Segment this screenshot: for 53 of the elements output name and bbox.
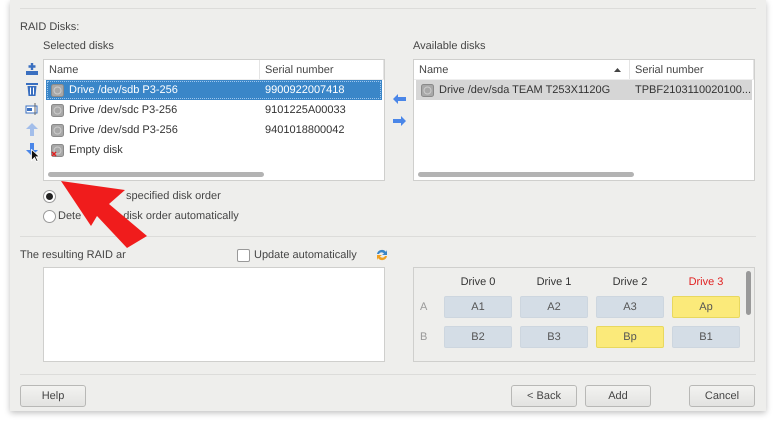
- table-title: Selected disks: [43, 40, 115, 54]
- option-label: Dete: [58, 210, 82, 223]
- block-cell: A2: [520, 296, 588, 318]
- scrollbar[interactable]: [746, 271, 751, 315]
- add-button[interactable]: Add: [585, 385, 651, 407]
- table-title: Available disks: [413, 40, 487, 54]
- cancel-button[interactable]: Cancel: [689, 385, 755, 407]
- disk-row[interactable]: Drive /dev/sdb P3-256 9900922007418: [46, 80, 382, 100]
- block-cell: B2: [444, 326, 512, 348]
- column-header[interactable]: Name: [44, 60, 260, 79]
- disk-icon: [51, 104, 64, 116]
- block-cell: Bp: [596, 326, 664, 348]
- disk-row[interactable]: Empty disk: [46, 140, 382, 160]
- arrow-right-icon[interactable]: [391, 113, 407, 129]
- column-header[interactable]: Name: [414, 60, 630, 79]
- option-label: disk order automatically: [123, 210, 239, 223]
- disk-icon: [51, 84, 64, 96]
- scrollbar[interactable]: [418, 172, 634, 177]
- help-button[interactable]: Help: [20, 385, 86, 407]
- empty-disk-icon: [51, 144, 64, 156]
- back-button[interactable]: < Back: [511, 385, 577, 407]
- drive-header: Drive 1: [536, 276, 572, 288]
- disk-table[interactable]: Name Serial number Drive /dev/sda TEAM T253X1120G TPBF2103110020100...: [413, 59, 755, 181]
- stripe-label: A: [420, 301, 428, 313]
- option-label: specified disk order: [126, 190, 221, 203]
- block-cell: A3: [596, 296, 664, 318]
- drive-header: Drive 0: [460, 276, 496, 288]
- drive-header: Drive 2: [612, 276, 648, 288]
- disk-icon: [421, 84, 434, 96]
- disk-row[interactable]: Drive /dev/sda TEAM T253X1120G TPBF2103110020100...: [416, 80, 752, 100]
- block-cell: B1: [672, 326, 740, 348]
- scrollbar[interactable]: [48, 172, 264, 177]
- checkbox-label: Update automatically: [254, 248, 358, 262]
- refresh-icon[interactable]: [375, 248, 389, 262]
- section-title: RAID Disks:: [20, 21, 80, 35]
- result-label: The resulting RAID ar: [20, 248, 127, 262]
- radio-button[interactable]: [43, 190, 56, 203]
- radio-button[interactable]: [43, 210, 56, 223]
- block-cell: B3: [520, 326, 588, 348]
- stripe-label: B: [420, 331, 428, 343]
- disk-table[interactable]: Name Serial number Drive /dev/sdb P3-256 9900922007418 Drive /dev/sdc P3-256 9101225A00033 Drive /dev/sdd P3-256 9401018800042 Empty disk: [43, 59, 385, 181]
- disk-icon: [51, 124, 64, 136]
- result-text-area[interactable]: [43, 267, 385, 362]
- column-header[interactable]: Serial number: [630, 60, 754, 79]
- block-cell: A1: [444, 296, 512, 318]
- column-header[interactable]: Serial number: [260, 60, 384, 79]
- drive-header: Drive 3: [688, 276, 724, 288]
- mouse-cursor-icon: [31, 149, 39, 162]
- disk-row[interactable]: Drive /dev/sdc P3-256 9101225A00033: [46, 100, 382, 120]
- trash-icon[interactable]: [24, 81, 40, 97]
- disk-row[interactable]: Drive /dev/sdd P3-256 9401018800042: [46, 120, 382, 140]
- block-cell: Ap: [672, 296, 740, 318]
- checkbox[interactable]: [237, 248, 250, 262]
